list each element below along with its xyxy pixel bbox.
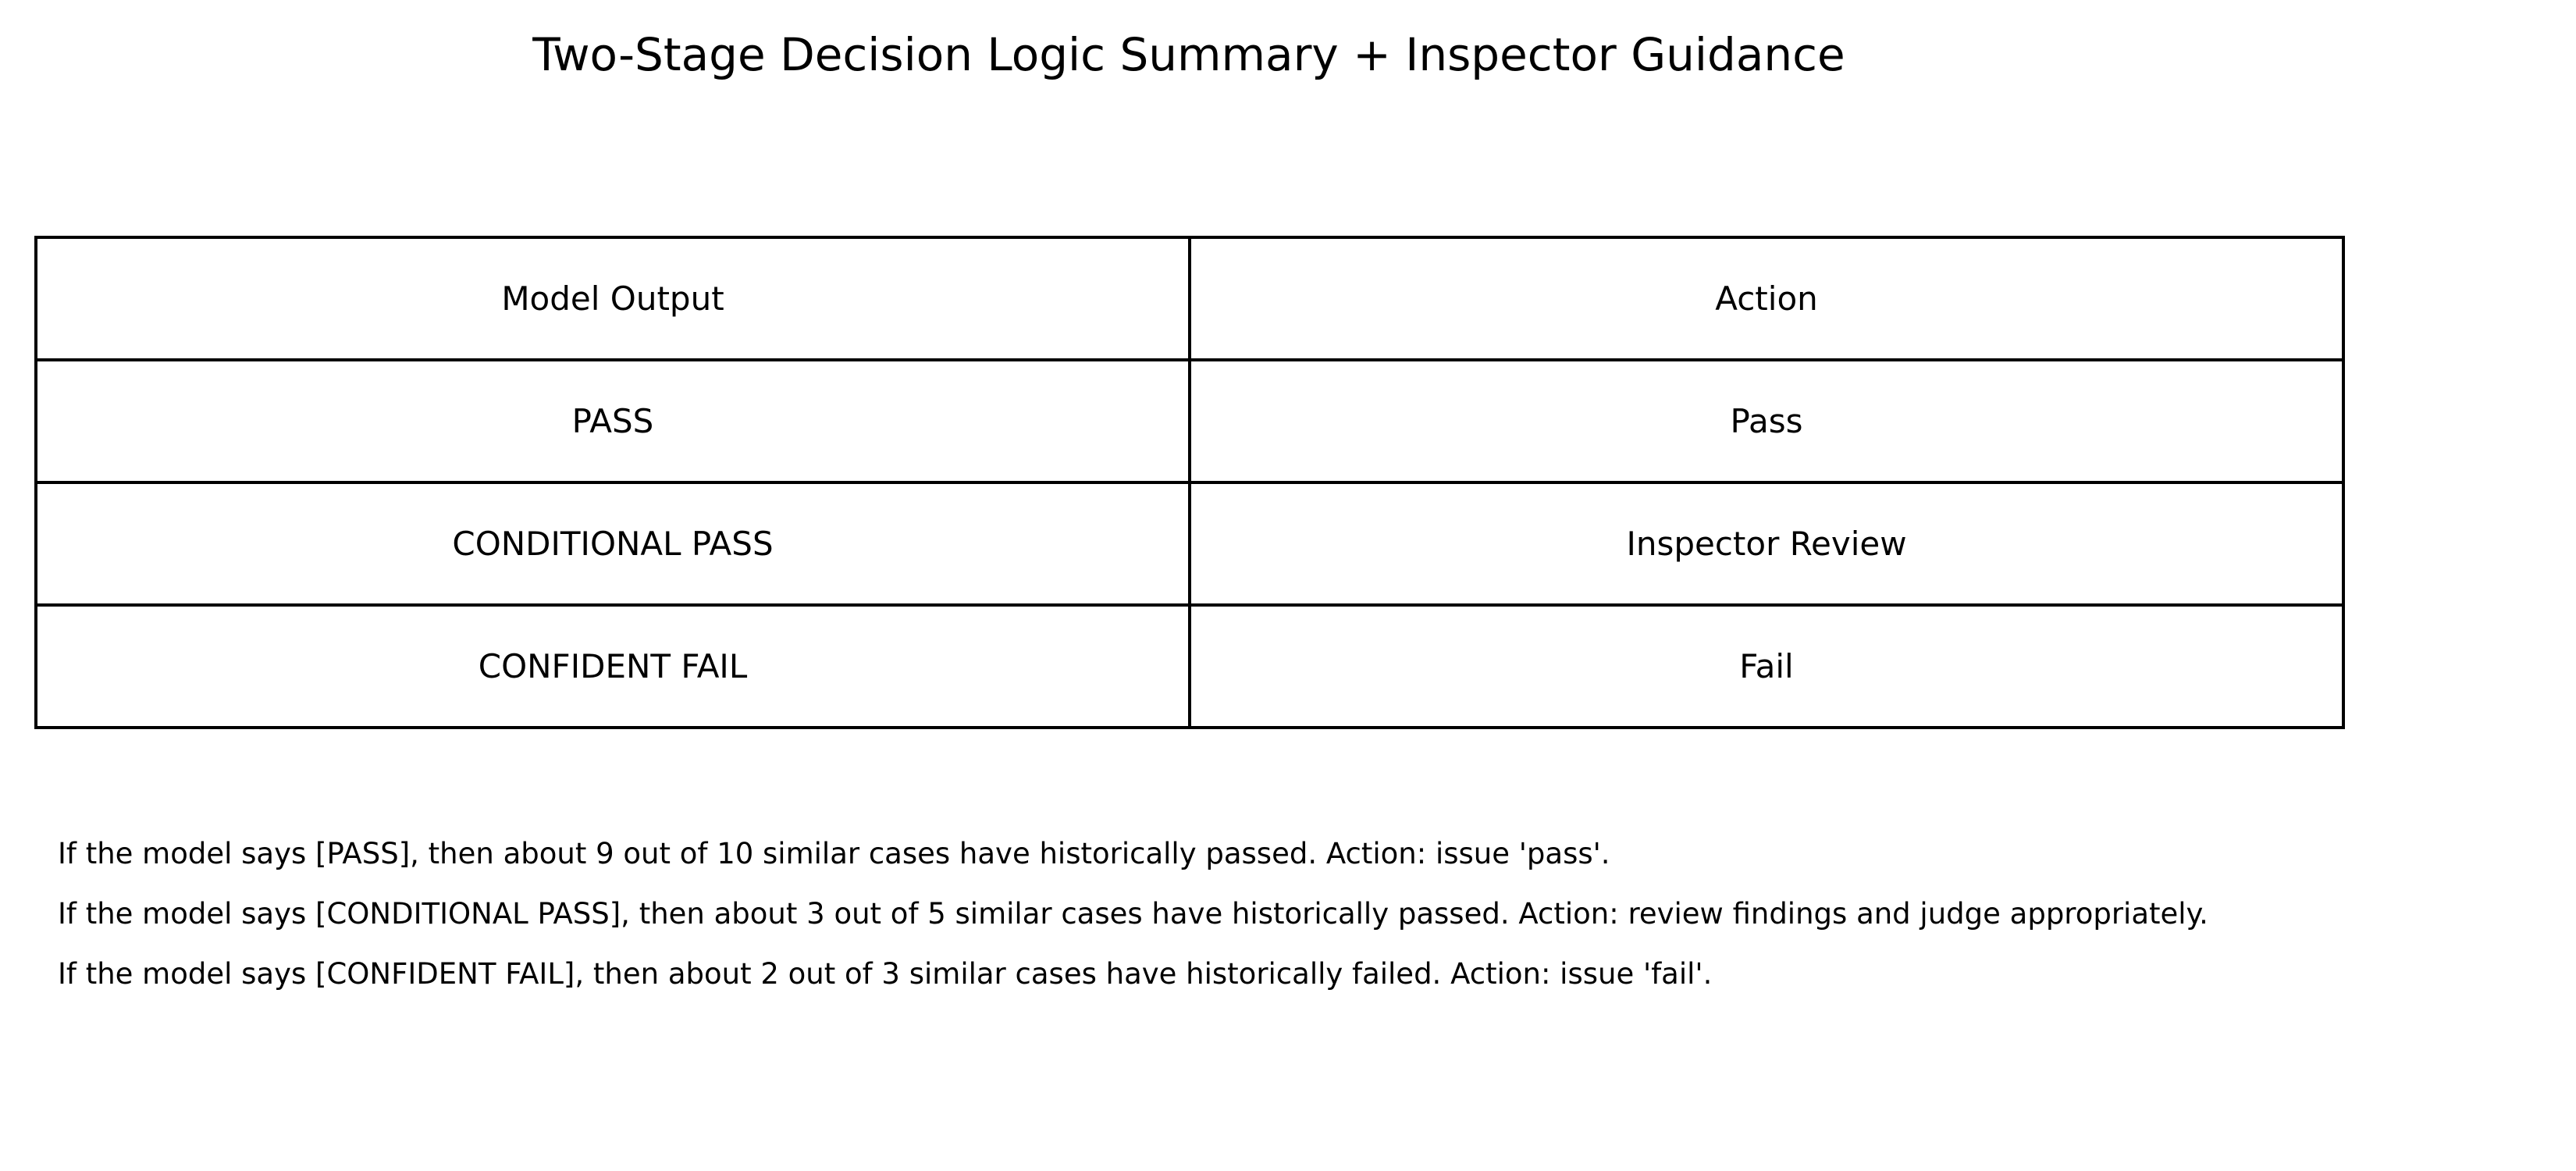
cell-model-output: CONDITIONAL PASS <box>34 481 1191 607</box>
cell-action: Inspector Review <box>1188 481 2345 607</box>
table-row: CONFIDENT FAIL Fail <box>34 603 2345 729</box>
header-action: Action <box>1188 236 2345 361</box>
cell-action: Pass <box>1188 358 2345 484</box>
decision-table: Model Output Action PASS Pass CONDITIONA… <box>34 236 2345 729</box>
cell-model-output: CONFIDENT FAIL <box>34 603 1191 729</box>
guidance-conditional-pass: If the model says [CONDITIONAL PASS], th… <box>58 897 2208 931</box>
guidance-pass: If the model says [PASS], then about 9 o… <box>58 837 1610 870</box>
guidance-confident-fail: If the model says [CONFIDENT FAIL], then… <box>58 957 1713 991</box>
table-row: CONDITIONAL PASS Inspector Review <box>34 481 2345 607</box>
cell-action: Fail <box>1188 603 2345 729</box>
table-row: PASS Pass <box>34 358 2345 484</box>
table-header-row: Model Output Action <box>34 236 2345 361</box>
inspector-guidance: If the model says [PASS], then about 9 o… <box>58 824 2517 1004</box>
page-title: Two-Stage Decision Logic Summary + Inspe… <box>532 28 1845 81</box>
cell-model-output: PASS <box>34 358 1191 484</box>
header-model-output: Model Output <box>34 236 1191 361</box>
